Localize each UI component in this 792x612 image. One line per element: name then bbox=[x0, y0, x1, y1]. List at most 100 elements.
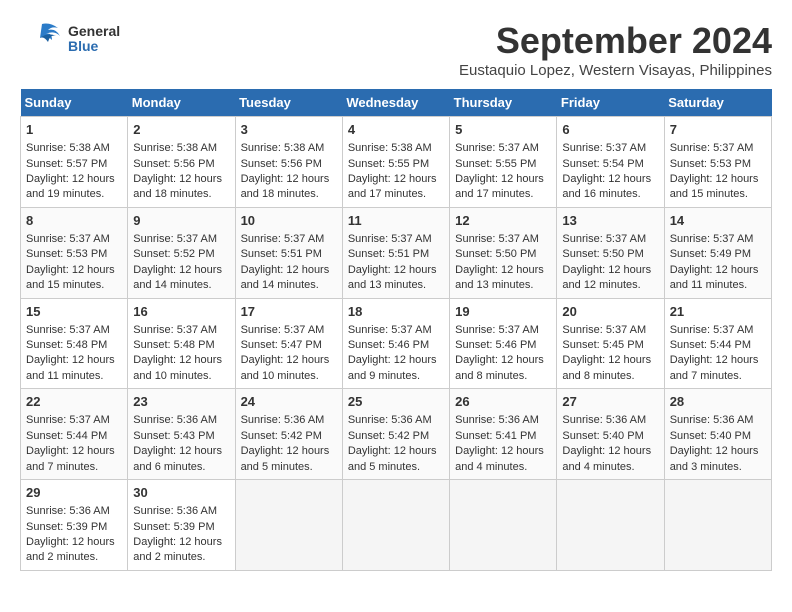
daylight-label: Daylight: 12 hours and 6 minutes. bbox=[133, 445, 222, 472]
day-number: 10 bbox=[241, 212, 337, 230]
day-number: 12 bbox=[455, 212, 551, 230]
sunrise-text: Sunrise: 5:37 AM bbox=[670, 142, 754, 154]
sunrise-text: Sunrise: 5:37 AM bbox=[455, 324, 539, 336]
calendar-week-2: 8 Sunrise: 5:37 AM Sunset: 5:53 PM Dayli… bbox=[21, 207, 772, 298]
title-block: September 2024 Eustaquio Lopez, Western … bbox=[459, 20, 772, 79]
day-number: 11 bbox=[348, 212, 444, 230]
sunset-text: Sunset: 5:40 PM bbox=[670, 430, 751, 442]
daylight-label: Daylight: 12 hours and 10 minutes. bbox=[133, 354, 222, 381]
daylight-label: Daylight: 12 hours and 15 minutes. bbox=[26, 264, 115, 291]
sunrise-text: Sunrise: 5:36 AM bbox=[26, 505, 110, 517]
day-cell-11: 11 Sunrise: 5:37 AM Sunset: 5:51 PM Dayl… bbox=[342, 207, 449, 298]
sunrise-text: Sunrise: 5:37 AM bbox=[455, 233, 539, 245]
sunrise-text: Sunrise: 5:37 AM bbox=[133, 324, 217, 336]
daylight-label: Daylight: 12 hours and 5 minutes. bbox=[241, 445, 330, 472]
day-number: 27 bbox=[562, 393, 658, 411]
day-cell-25: 25 Sunrise: 5:36 AM Sunset: 5:42 PM Dayl… bbox=[342, 389, 449, 480]
sunrise-text: Sunrise: 5:36 AM bbox=[133, 414, 217, 426]
sunrise-text: Sunrise: 5:37 AM bbox=[670, 233, 754, 245]
sunset-text: Sunset: 5:56 PM bbox=[133, 158, 214, 170]
day-cell-2: 2 Sunrise: 5:38 AM Sunset: 5:56 PM Dayli… bbox=[128, 117, 235, 208]
daylight-label: Daylight: 12 hours and 9 minutes. bbox=[348, 354, 437, 381]
day-cell-22: 22 Sunrise: 5:37 AM Sunset: 5:44 PM Dayl… bbox=[21, 389, 128, 480]
day-number: 16 bbox=[133, 303, 229, 321]
calendar-week-1: 1 Sunrise: 5:38 AM Sunset: 5:57 PM Dayli… bbox=[21, 117, 772, 208]
day-number: 13 bbox=[562, 212, 658, 230]
daylight-label: Daylight: 12 hours and 8 minutes. bbox=[562, 354, 651, 381]
calendar-body: 1 Sunrise: 5:38 AM Sunset: 5:57 PM Dayli… bbox=[21, 117, 772, 571]
page-header: General Blue September 2024 Eustaquio Lo… bbox=[20, 20, 772, 79]
day-cell-28: 28 Sunrise: 5:36 AM Sunset: 5:40 PM Dayl… bbox=[664, 389, 771, 480]
daylight-label: Daylight: 12 hours and 17 minutes. bbox=[455, 173, 544, 200]
sunrise-text: Sunrise: 5:37 AM bbox=[241, 233, 325, 245]
calendar-week-3: 15 Sunrise: 5:37 AM Sunset: 5:48 PM Dayl… bbox=[21, 298, 772, 389]
daylight-label: Daylight: 12 hours and 2 minutes. bbox=[26, 536, 115, 563]
sunrise-text: Sunrise: 5:38 AM bbox=[348, 142, 432, 154]
daylight-label: Daylight: 12 hours and 17 minutes. bbox=[348, 173, 437, 200]
day-cell-8: 8 Sunrise: 5:37 AM Sunset: 5:53 PM Dayli… bbox=[21, 207, 128, 298]
col-thursday: Thursday bbox=[450, 89, 557, 117]
sunset-text: Sunset: 5:47 PM bbox=[241, 339, 322, 351]
day-cell-10: 10 Sunrise: 5:37 AM Sunset: 5:51 PM Dayl… bbox=[235, 207, 342, 298]
day-number: 24 bbox=[241, 393, 337, 411]
day-cell-5: 5 Sunrise: 5:37 AM Sunset: 5:55 PM Dayli… bbox=[450, 117, 557, 208]
day-number: 17 bbox=[241, 303, 337, 321]
calendar-table: Sunday Monday Tuesday Wednesday Thursday… bbox=[20, 89, 772, 571]
sunset-text: Sunset: 5:39 PM bbox=[26, 521, 107, 533]
daylight-label: Daylight: 12 hours and 16 minutes. bbox=[562, 173, 651, 200]
day-number: 25 bbox=[348, 393, 444, 411]
daylight-label: Daylight: 12 hours and 14 minutes. bbox=[241, 264, 330, 291]
sunrise-text: Sunrise: 5:38 AM bbox=[26, 142, 110, 154]
sunrise-text: Sunrise: 5:37 AM bbox=[348, 233, 432, 245]
day-number: 6 bbox=[562, 121, 658, 139]
daylight-label: Daylight: 12 hours and 11 minutes. bbox=[670, 264, 759, 291]
daylight-label: Daylight: 12 hours and 3 minutes. bbox=[670, 445, 759, 472]
day-number: 5 bbox=[455, 121, 551, 139]
day-cell-3: 3 Sunrise: 5:38 AM Sunset: 5:56 PM Dayli… bbox=[235, 117, 342, 208]
sunset-text: Sunset: 5:46 PM bbox=[455, 339, 536, 351]
sunset-text: Sunset: 5:46 PM bbox=[348, 339, 429, 351]
day-cell-1: 1 Sunrise: 5:38 AM Sunset: 5:57 PM Dayli… bbox=[21, 117, 128, 208]
day-number: 26 bbox=[455, 393, 551, 411]
day-cell-20: 20 Sunrise: 5:37 AM Sunset: 5:45 PM Dayl… bbox=[557, 298, 664, 389]
col-tuesday: Tuesday bbox=[235, 89, 342, 117]
empty-cell bbox=[557, 480, 664, 571]
sunset-text: Sunset: 5:40 PM bbox=[562, 430, 643, 442]
daylight-label: Daylight: 12 hours and 4 minutes. bbox=[562, 445, 651, 472]
sunrise-text: Sunrise: 5:36 AM bbox=[562, 414, 646, 426]
day-cell-26: 26 Sunrise: 5:36 AM Sunset: 5:41 PM Dayl… bbox=[450, 389, 557, 480]
day-number: 1 bbox=[26, 121, 122, 139]
day-number: 18 bbox=[348, 303, 444, 321]
day-number: 9 bbox=[133, 212, 229, 230]
day-cell-17: 17 Sunrise: 5:37 AM Sunset: 5:47 PM Dayl… bbox=[235, 298, 342, 389]
day-number: 15 bbox=[26, 303, 122, 321]
daylight-label: Daylight: 12 hours and 14 minutes. bbox=[133, 264, 222, 291]
day-number: 28 bbox=[670, 393, 766, 411]
col-saturday: Saturday bbox=[664, 89, 771, 117]
logo-bird-svg bbox=[20, 20, 64, 58]
day-number: 30 bbox=[133, 484, 229, 502]
day-number: 20 bbox=[562, 303, 658, 321]
sunset-text: Sunset: 5:43 PM bbox=[133, 430, 214, 442]
sunset-text: Sunset: 5:55 PM bbox=[348, 158, 429, 170]
sunrise-text: Sunrise: 5:36 AM bbox=[241, 414, 325, 426]
day-number: 14 bbox=[670, 212, 766, 230]
sunset-text: Sunset: 5:56 PM bbox=[241, 158, 322, 170]
empty-cell bbox=[342, 480, 449, 571]
daylight-label: Daylight: 12 hours and 7 minutes. bbox=[670, 354, 759, 381]
sunrise-text: Sunrise: 5:37 AM bbox=[562, 233, 646, 245]
sunset-text: Sunset: 5:50 PM bbox=[455, 248, 536, 260]
col-wednesday: Wednesday bbox=[342, 89, 449, 117]
daylight-label: Daylight: 12 hours and 15 minutes. bbox=[670, 173, 759, 200]
day-cell-16: 16 Sunrise: 5:37 AM Sunset: 5:48 PM Dayl… bbox=[128, 298, 235, 389]
sunset-text: Sunset: 5:42 PM bbox=[348, 430, 429, 442]
day-cell-21: 21 Sunrise: 5:37 AM Sunset: 5:44 PM Dayl… bbox=[664, 298, 771, 389]
sunset-text: Sunset: 5:54 PM bbox=[562, 158, 643, 170]
day-number: 22 bbox=[26, 393, 122, 411]
col-friday: Friday bbox=[557, 89, 664, 117]
sunset-text: Sunset: 5:51 PM bbox=[348, 248, 429, 260]
daylight-label: Daylight: 12 hours and 7 minutes. bbox=[26, 445, 115, 472]
sunrise-text: Sunrise: 5:37 AM bbox=[348, 324, 432, 336]
logo: General Blue bbox=[20, 20, 120, 58]
day-cell-18: 18 Sunrise: 5:37 AM Sunset: 5:46 PM Dayl… bbox=[342, 298, 449, 389]
